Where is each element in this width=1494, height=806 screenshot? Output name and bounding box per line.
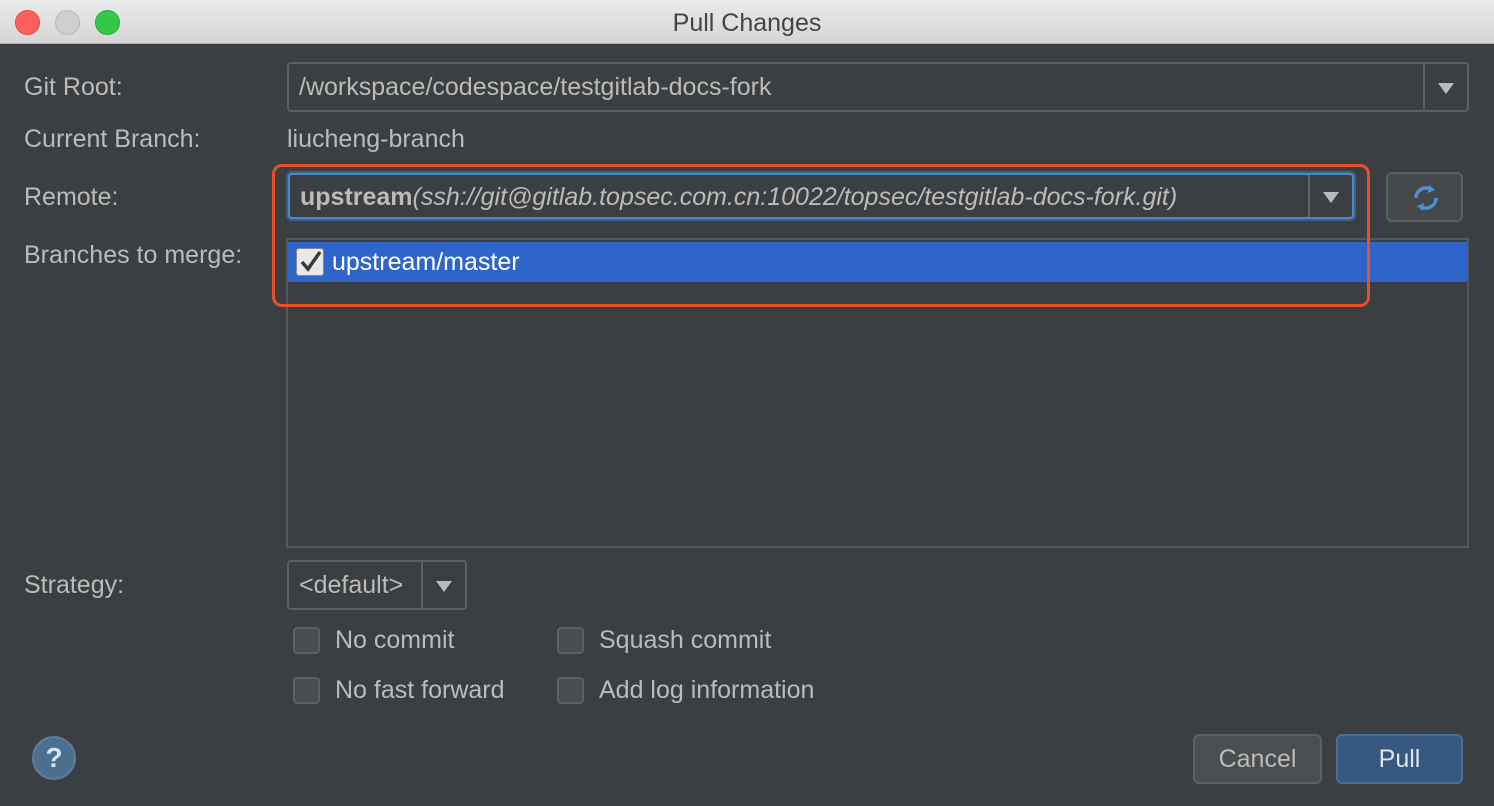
- title-bar: Pull Changes: [0, 0, 1494, 44]
- branches-label: Branches to merge:: [24, 241, 243, 269]
- remote-name: upstream: [300, 183, 413, 211]
- git-root-dropdown-button[interactable]: [1423, 64, 1467, 110]
- branches-list[interactable]: upstream/master: [286, 238, 1469, 548]
- strategy-select[interactable]: <default>: [287, 560, 467, 610]
- list-item[interactable]: upstream/master: [288, 242, 1467, 282]
- branch-checkbox[interactable]: [296, 248, 324, 276]
- triangle-down-icon: [436, 581, 452, 592]
- strategy-value: <default>: [299, 571, 404, 599]
- pull-button[interactable]: Pull: [1336, 734, 1463, 784]
- remote-select[interactable]: upstream(ssh://git@gitlab.topsec.com.cn:…: [288, 173, 1354, 219]
- current-branch-label: Current Branch:: [24, 125, 201, 153]
- remote-url: (ssh://git@gitlab.topsec.com.cn:10022/to…: [412, 183, 1178, 211]
- git-root-value: /workspace/codespace/testgitlab-docs-for…: [299, 73, 772, 101]
- remote-dropdown-button[interactable]: [1308, 175, 1352, 217]
- remote-label: Remote:: [24, 183, 119, 211]
- strategy-label: Strategy:: [24, 571, 125, 599]
- current-branch-value: liucheng-branch: [287, 125, 465, 153]
- checkbox-box[interactable]: [557, 677, 584, 704]
- remote-value: upstream(ssh://git@gitlab.topsec.com.cn:…: [300, 183, 1177, 212]
- window-title: Pull Changes: [672, 9, 822, 37]
- no-fast-forward-label: No fast forward: [335, 676, 505, 704]
- branch-label: upstream/master: [332, 248, 520, 276]
- git-root-label: Git Root:: [24, 73, 123, 101]
- help-button[interactable]: ?: [32, 736, 76, 780]
- squash-commit-label: Squash commit: [599, 626, 772, 654]
- refresh-icon: [1414, 185, 1438, 211]
- triangle-down-icon: [1323, 192, 1339, 203]
- checkmark-icon: [300, 250, 322, 272]
- checkbox-box[interactable]: [557, 627, 584, 654]
- add-log-information-label: Add log information: [599, 676, 815, 704]
- triangle-down-icon: [1438, 83, 1454, 94]
- strategy-dropdown-button[interactable]: [421, 562, 465, 608]
- checkbox-box[interactable]: [293, 627, 320, 654]
- checkbox-box[interactable]: [293, 677, 320, 704]
- git-root-select[interactable]: /workspace/codespace/testgitlab-docs-for…: [287, 62, 1469, 112]
- refresh-remotes-button[interactable]: [1386, 172, 1463, 222]
- no-commit-label: No commit: [335, 626, 455, 654]
- cancel-button[interactable]: Cancel: [1193, 734, 1322, 784]
